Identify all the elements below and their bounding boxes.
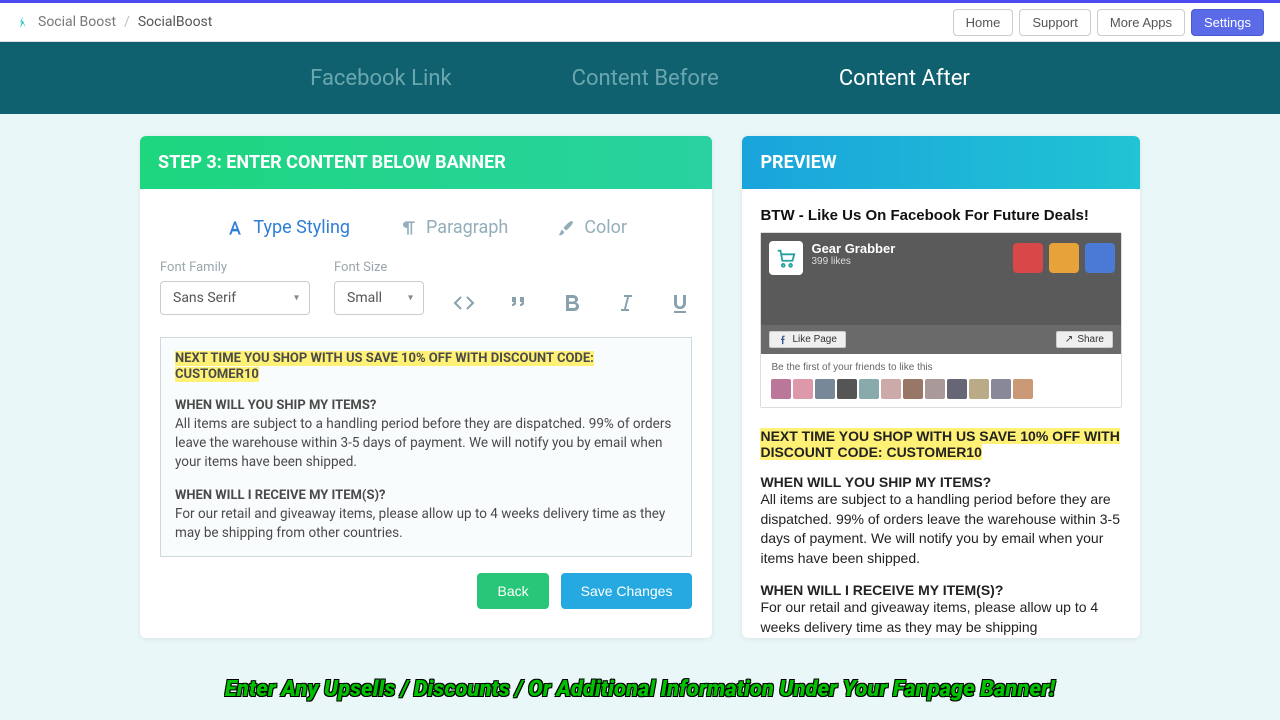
style-tabs: Type Styling Paragraph Color (160, 217, 692, 238)
tab-color-label: Color (584, 217, 627, 238)
preview-content: NEXT TIME YOU SHOP WITH US SAVE 10% OFF … (760, 428, 1122, 638)
breadcrumb: Social Boost / SocialBoost (16, 14, 212, 30)
facebook-page-name: Gear Grabber (811, 241, 895, 256)
tab-paragraph[interactable]: Paragraph (398, 217, 508, 238)
home-button[interactable]: Home (953, 9, 1014, 36)
editor-a1: All items are subject to a handling peri… (175, 415, 677, 472)
facebook-action-bar: Like Page ↗Share (761, 325, 1121, 354)
breadcrumb-separator: / (124, 14, 130, 30)
editor-q1: WHEN WILL YOU SHIP MY ITEMS? (175, 398, 677, 413)
tab-color[interactable]: Color (556, 217, 627, 238)
paragraph-icon (398, 218, 418, 238)
preview-header: PREVIEW (742, 136, 1140, 189)
tab-paragraph-label: Paragraph (426, 217, 508, 238)
preview-a1: All items are subject to a handling peri… (760, 490, 1122, 568)
tab-content-before[interactable]: Content Before (572, 66, 719, 91)
font-family-field: Font Family Sans Serif (160, 260, 310, 315)
preview-highlight: NEXT TIME YOU SHOP WITH US SAVE 10% OFF … (760, 428, 1119, 460)
facebook-like-button[interactable]: Like Page (769, 331, 845, 348)
preview-a2: For our retail and giveaway items, pleas… (760, 598, 1122, 637)
code-icon[interactable] (452, 291, 476, 315)
facebook-widget: Gear Grabber 399 likes Like Page ↗Share … (760, 232, 1122, 408)
preview-panel: PREVIEW BTW - Like Us On Facebook For Fu… (742, 136, 1140, 638)
type-icon (225, 218, 245, 238)
breadcrumb-a[interactable]: Social Boost (38, 14, 116, 30)
content-editor[interactable]: NEXT TIME YOU SHOP WITH US SAVE 10% OFF … (160, 337, 692, 557)
font-size-label: Font Size (334, 260, 424, 275)
font-size-field: Font Size Small (334, 260, 424, 315)
tab-type-styling[interactable]: Type Styling (225, 217, 350, 238)
brush-icon (556, 218, 576, 238)
support-button[interactable]: Support (1019, 9, 1091, 36)
breadcrumb-b: SocialBoost (138, 14, 213, 30)
tab-type-styling-label: Type Styling (253, 217, 350, 238)
facebook-friends: Be the first of your friends to like thi… (761, 354, 1121, 407)
bold-icon[interactable] (560, 291, 584, 315)
preview-q2: WHEN WILL I RECEIVE MY ITEM(S)? (760, 582, 1122, 598)
facebook-likes-count: 399 likes (811, 256, 895, 267)
font-family-select[interactable]: Sans Serif (160, 281, 310, 315)
tab-content-after[interactable]: Content After (839, 66, 970, 91)
top-bar: Social Boost / SocialBoost Home Support … (0, 0, 1280, 42)
facebook-page-avatar (769, 241, 803, 275)
font-family-label: Font Family (160, 260, 310, 275)
editor-a2: For our retail and giveaway items, pleas… (175, 505, 677, 543)
back-button[interactable]: Back (477, 573, 548, 609)
facebook-friends-text: Be the first of your friends to like thi… (771, 362, 932, 373)
save-changes-button[interactable]: Save Changes (561, 573, 693, 609)
preview-q1: WHEN WILL YOU SHIP MY ITEMS? (760, 474, 1122, 490)
tab-facebook-link[interactable]: Facebook Link (310, 66, 452, 91)
app-logo-icon (16, 15, 30, 29)
italic-icon[interactable] (614, 291, 638, 315)
top-nav: Home Support More Apps Settings (953, 9, 1264, 36)
underline-icon[interactable] (668, 291, 692, 315)
quote-icon[interactable] (506, 291, 530, 315)
workspace: STEP 3: ENTER CONTENT BELOW BANNER Type … (0, 114, 1280, 638)
font-size-select[interactable]: Small (334, 281, 424, 315)
content-editor-panel: STEP 3: ENTER CONTENT BELOW BANNER Type … (140, 136, 712, 638)
editor-highlight: NEXT TIME YOU SHOP WITH US SAVE 10% OFF … (175, 351, 594, 382)
settings-button[interactable]: Settings (1191, 9, 1264, 36)
editor-q2: WHEN WILL I RECEIVE MY ITEM(S)? (175, 488, 677, 503)
step-header: STEP 3: ENTER CONTENT BELOW BANNER (140, 136, 712, 189)
preview-title: BTW - Like Us On Facebook For Future Dea… (760, 207, 1122, 224)
more-apps-button[interactable]: More Apps (1097, 9, 1185, 36)
type-toolbar: Font Family Sans Serif Font Size Small (160, 260, 692, 315)
facebook-share-button[interactable]: ↗Share (1056, 331, 1113, 348)
footer-caption: Enter Any Upsells / Discounts / Or Addit… (0, 677, 1280, 702)
facebook-cover: Gear Grabber 399 likes (761, 233, 1121, 325)
editor-buttons: Back Save Changes (160, 573, 692, 609)
step-tabs: Facebook Link Content Before Content Aft… (0, 42, 1280, 114)
format-icons (452, 291, 692, 315)
